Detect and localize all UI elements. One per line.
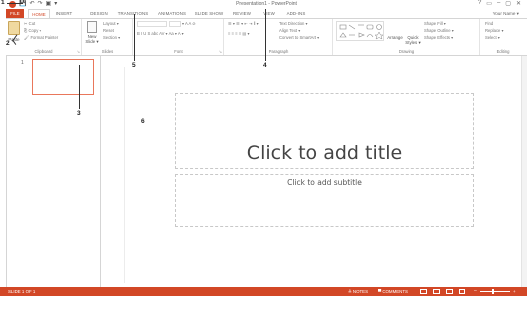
zoom-in-icon[interactable]: + (513, 287, 516, 296)
callout-6: 6 (141, 118, 145, 125)
notes-button[interactable]: ≙ NOTES (348, 287, 368, 296)
font-name-box[interactable] (137, 21, 167, 27)
comments-button[interactable]: ▀ COMMENTS (378, 287, 408, 296)
reset-button[interactable]: Reset (103, 28, 114, 33)
shape-outline-button[interactable]: Shape Outline ▾ (424, 28, 454, 33)
tab-view[interactable]: VIEW (258, 9, 280, 18)
callout-3-line (79, 65, 80, 109)
title-placeholder[interactable]: Click to add title (175, 93, 474, 169)
tab-file[interactable]: FILE (6, 9, 24, 18)
shapes-gallery-icon (339, 24, 384, 40)
vertical-scrollbar[interactable] (521, 56, 527, 287)
clipboard-launcher-icon[interactable]: ↘ (77, 49, 80, 54)
font-size-box[interactable] (169, 21, 181, 27)
paragraph-group: ☰ ▾ ☰ ▾ ⇤ ⇥ ‖ ▾ ≡ ≡ ≡ ≡ ▤ ▾ Text Directi… (225, 19, 333, 55)
layout-button[interactable]: Layout ▾ (103, 21, 119, 26)
slides-group-label: Slides (101, 49, 114, 54)
clipboard-group-label: Clipboard (34, 49, 53, 54)
editing-group-label: Editing (496, 49, 510, 54)
cut-button[interactable]: ✂ Cut (24, 21, 35, 26)
shapes-gallery[interactable] (336, 21, 384, 41)
status-bar: SLIDE 1 OF 1 ≙ NOTES ▀ COMMENTS – + (0, 287, 527, 296)
alignment-buttons[interactable]: ≡ ≡ ≡ ≡ ▤ ▾ (228, 31, 250, 36)
subtitle-placeholder[interactable]: Click to add subtitle (175, 174, 474, 227)
paragraph-group-label: Paragraph (268, 49, 289, 54)
new-slide-icon[interactable] (87, 21, 97, 33)
tab-insert[interactable]: INSERT (52, 9, 76, 18)
callout-3: 3 (77, 110, 81, 117)
ribbon: Paste ✂ Cut ⎘ Copy ▾ 🖌 Format Painter Cl… (6, 18, 527, 56)
text-direction-button[interactable]: Text Direction ▾ (279, 21, 308, 26)
copy-button[interactable]: ⎘ Copy ▾ (24, 28, 41, 33)
slide-count: SLIDE 1 OF 1 (8, 289, 36, 294)
font-group-label: Font (174, 49, 183, 54)
title-placeholder-text: Click to add title (246, 142, 403, 164)
font-format-buttons[interactable]: B I U S abc AV ▾ Aa ▾ A ▾ (137, 31, 184, 36)
tab-slide-show[interactable]: SLIDE SHOW (192, 9, 226, 18)
ribbon-tabs: FILE HOME INSERT DESIGN TRANSITIONS ANIM… (6, 9, 527, 18)
subtitle-placeholder-text: Click to add subtitle (287, 178, 362, 187)
callout-4-line (265, 9, 266, 61)
arrange-button[interactable]: Arrange (386, 35, 404, 40)
shape-effects-button[interactable]: Shape Effects ▾ (424, 35, 453, 40)
tab-animations[interactable]: ANIMATIONS (154, 9, 190, 18)
convert-smartart-button[interactable]: Convert to SmartArt ▾ (279, 35, 319, 40)
slide-sorter-icon[interactable] (433, 289, 440, 294)
thumbnail-number: 1 (21, 60, 24, 66)
shape-fill-button[interactable]: Shape Fill ▾ (424, 21, 446, 26)
tab-add-ins[interactable]: ADD-INS (282, 9, 310, 18)
normal-view-icon[interactable] (420, 289, 427, 294)
slides-group: New Slide ▾ Layout ▾ Reset Section ▾ Sli… (83, 19, 133, 55)
ribbon-display-icon[interactable]: ▭ (486, 0, 492, 7)
title-bar: 💾 ↶ ↷ ▣ ▾ Presentation1 - PowerPoint ? ▭… (6, 0, 527, 9)
format-painter-button[interactable]: 🖌 Format Painter (24, 35, 58, 41)
callout-1: 1 (1, 0, 5, 6)
font-size-controls[interactable]: ▾ A A ⊘ (182, 21, 196, 26)
tab-review[interactable]: REVIEW (228, 9, 256, 18)
replace-button[interactable]: Replace ▾ (485, 28, 504, 33)
font-group: ▾ A A ⊘ B I U S abc AV ▾ Aa ▾ A ▾ Font ↘ (134, 19, 224, 55)
help-icon[interactable]: ? (478, 0, 481, 7)
align-text-button[interactable]: Align Text ▾ (279, 28, 300, 33)
callout-4: 4 (263, 62, 267, 69)
zoom-slider[interactable] (480, 291, 510, 292)
window-title: Presentation1 - PowerPoint (236, 1, 297, 7)
tab-design[interactable]: DESIGN (86, 9, 112, 18)
new-slide-button[interactable]: New Slide ▾ (83, 34, 101, 44)
drawing-group-label: Drawing (398, 49, 415, 54)
callout-5-line (134, 14, 135, 61)
font-launcher-icon[interactable]: ↘ (219, 49, 222, 54)
zoom-out-icon[interactable]: – (474, 287, 477, 296)
tab-home[interactable]: HOME (28, 9, 50, 18)
find-button[interactable]: Find (485, 21, 493, 26)
slideshow-view-icon[interactable] (459, 289, 465, 294)
section-button[interactable]: Section ▾ (103, 35, 120, 40)
maximize-icon[interactable]: ▢ (505, 0, 511, 7)
user-account[interactable]: Your Name ▾ (493, 9, 519, 18)
slide-thumbnail[interactable] (32, 59, 94, 95)
quick-styles-button[interactable]: Quick Styles ▾ (404, 35, 422, 45)
minimize-icon[interactable]: – (497, 0, 500, 7)
list-buttons[interactable]: ☰ ▾ ☰ ▾ ⇤ ⇥ ‖ ▾ (228, 21, 259, 26)
callout-1-line (7, 3, 23, 4)
window-controls: ? ▭ – ▢ ✕ (478, 0, 521, 7)
editing-group: Find Replace ▾ Select ▾ Editing (481, 19, 525, 55)
clipboard-group: Paste ✂ Cut ⎘ Copy ▾ 🖌 Format Painter Cl… (6, 19, 82, 55)
reading-view-icon[interactable] (446, 289, 453, 294)
zoom-slider-thumb[interactable] (492, 289, 494, 294)
tab-transitions[interactable]: TRANSITIONS (114, 9, 152, 18)
close-icon[interactable]: ✕ (516, 0, 521, 7)
select-button[interactable]: Select ▾ (485, 35, 500, 40)
drawing-group: Arrange Quick Styles ▾ Shape Fill ▾ Shap… (334, 19, 480, 55)
callout-5: 5 (132, 62, 136, 69)
callout-2: 2 (6, 40, 10, 47)
paste-icon[interactable] (8, 21, 20, 35)
